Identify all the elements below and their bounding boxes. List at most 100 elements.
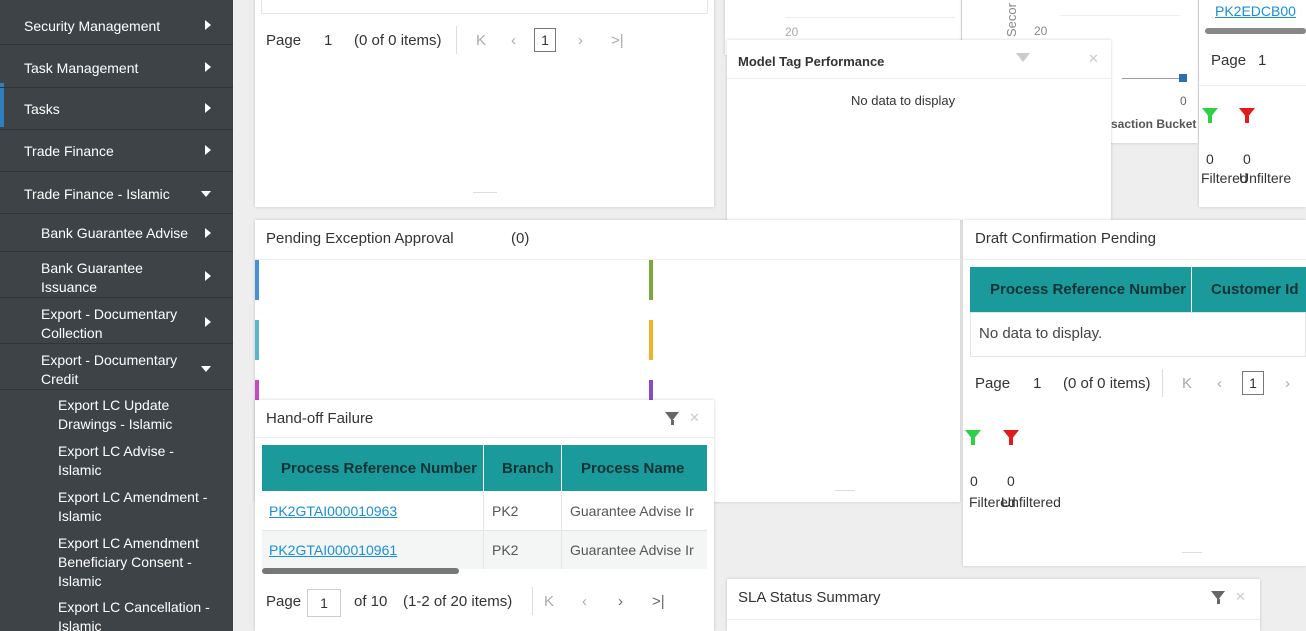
sidebar-subitem-label-line2: Issuance bbox=[41, 279, 98, 295]
page-label: Page bbox=[1211, 52, 1247, 69]
reference-link[interactable]: PK2EDCB00 bbox=[1215, 3, 1296, 19]
last-page-icon[interactable]: >| bbox=[652, 593, 665, 610]
sidebar-item-task-management[interactable]: Task Management bbox=[0, 46, 233, 88]
current-page-box[interactable]: 1 bbox=[1242, 371, 1264, 395]
next-page-icon[interactable]: › bbox=[1285, 375, 1290, 392]
page-number: 1 bbox=[1258, 52, 1267, 69]
sidebar-item-label: Trade Finance - Islamic bbox=[24, 186, 170, 202]
filter-icon[interactable] bbox=[1016, 53, 1030, 62]
sidebar-subitem-bank-guarantee-issuance[interactable]: Bank Guarantee Issuance bbox=[0, 252, 233, 298]
sidebar-leaf-export-lc-amendment-beneficiary[interactable]: Export LC Amendment Beneficiary Consent … bbox=[0, 532, 233, 592]
column-header-customer-id[interactable]: Customer Id bbox=[1211, 281, 1299, 298]
axis-tick: 20 bbox=[1034, 24, 1048, 38]
divider bbox=[255, 437, 714, 438]
column-header-process-reference[interactable]: Process Reference Number bbox=[990, 281, 1186, 298]
sidebar-leaf-export-lc-cancellation[interactable]: Export LC Cancellation - Islamic bbox=[0, 596, 233, 631]
process-name-cell: Guarantee Advise Ir bbox=[570, 542, 694, 558]
chevron-right-icon bbox=[205, 145, 211, 155]
current-page-box[interactable]: 1 bbox=[534, 28, 556, 52]
column-header-process-name[interactable]: Process Name bbox=[581, 460, 684, 477]
sidebar-subitem-label-line2: Collection bbox=[41, 325, 103, 341]
status-bar bbox=[649, 320, 653, 360]
next-page-icon[interactable]: › bbox=[578, 32, 583, 49]
process-reference-link[interactable]: PK2GTAI000010963 bbox=[269, 503, 397, 519]
status-bar bbox=[255, 260, 259, 300]
filtered-count: 0 bbox=[970, 473, 978, 489]
x-axis-label: saction Bucket bbox=[1111, 117, 1197, 131]
pager: Page 1 (0 of 0 items) K ‹ 1 › >| bbox=[266, 26, 706, 56]
status-bar bbox=[649, 260, 653, 300]
process-reference-link[interactable]: PK2GTAI000010961 bbox=[269, 542, 397, 558]
next-page-icon[interactable]: › bbox=[618, 593, 623, 610]
page-label: Page bbox=[266, 593, 302, 610]
column-divider bbox=[483, 531, 484, 569]
divider bbox=[532, 587, 533, 615]
column-divider bbox=[561, 491, 562, 531]
divider bbox=[1162, 369, 1163, 397]
sidebar-subitem-label-line2: Credit bbox=[41, 371, 79, 387]
items-count: (0 of 0 items) bbox=[1063, 375, 1151, 392]
sidebar-leaf-label-line1: Export LC Cancellation - bbox=[58, 599, 210, 615]
chevron-right-icon bbox=[205, 271, 211, 281]
draft-confirmation-pending-widget: Draft Confirmation Pending Process Refer… bbox=[963, 220, 1306, 566]
sidebar-leaf-label-line2: Islamic bbox=[58, 618, 102, 631]
model-tag-performance-widget: Model Tag Performance ✕ No data to displ… bbox=[727, 40, 1111, 220]
widget-count: (0) bbox=[511, 230, 530, 247]
close-icon[interactable]: ✕ bbox=[1088, 51, 1099, 67]
sidebar-item-label: Tasks bbox=[24, 101, 60, 117]
sidebar-subitem-label-line1: Export - Documentary bbox=[41, 306, 178, 322]
sidebar-item-tasks[interactable]: Tasks bbox=[0, 88, 233, 130]
sidebar-item-label: Task Management bbox=[24, 60, 139, 76]
column-divider bbox=[483, 491, 484, 531]
sidebar-leaf-export-lc-update-drawings[interactable]: Export LC Update Drawings - Islamic bbox=[0, 394, 233, 438]
column-header-branch[interactable]: Branch bbox=[502, 460, 554, 477]
sidebar-subitem-label: Bank Guarantee Advise bbox=[41, 225, 189, 241]
last-page-icon[interactable]: >| bbox=[611, 32, 624, 49]
zero-tick: 0 bbox=[1180, 94, 1187, 108]
first-page-icon[interactable]: K bbox=[544, 593, 554, 610]
sidebar-leaf-label-line1: Export LC Advise - bbox=[58, 443, 174, 459]
sidebar-item-trade-finance[interactable]: Trade Finance bbox=[0, 130, 233, 172]
page-input[interactable]: 1 bbox=[307, 589, 341, 617]
prev-page-icon[interactable]: ‹ bbox=[582, 593, 587, 610]
widget-title: SLA Status Summary bbox=[738, 589, 881, 606]
sidebar-leaf-label-line1: Export LC Amendment bbox=[58, 535, 199, 551]
table-row[interactable]: PK2GTAI000010961 PK2 Guarantee Advise Ir bbox=[262, 531, 707, 569]
sidebar-leaf-label-line2: Islamic bbox=[58, 508, 102, 524]
divider bbox=[456, 26, 457, 54]
axis-label: Secor bbox=[1004, 3, 1019, 37]
sidebar-subitem-export-documentary-credit[interactable]: Export - Documentary Credit bbox=[0, 344, 233, 390]
sidebar-leaf-label-line2: Beneficiary Consent - bbox=[58, 554, 192, 570]
sidebar-leaf-export-lc-advise[interactable]: Export LC Advise - Islamic bbox=[0, 440, 233, 484]
resize-handle[interactable] bbox=[1182, 552, 1202, 553]
chevron-right-icon bbox=[205, 228, 211, 238]
table-header: Process Reference Number Customer Id bbox=[970, 267, 1306, 312]
close-icon[interactable]: ✕ bbox=[689, 410, 700, 426]
unfiltered-count: 0 bbox=[1007, 473, 1015, 489]
scrollbar[interactable] bbox=[1205, 28, 1306, 34]
sidebar-leaf-export-lc-amendment[interactable]: Export LC Amendment - Islamic bbox=[0, 486, 233, 530]
sidebar-leaf-label-line2: Islamic bbox=[58, 462, 102, 478]
prev-page-icon[interactable]: ‹ bbox=[511, 32, 516, 49]
resize-handle[interactable] bbox=[473, 192, 497, 193]
column-header-process-reference[interactable]: Process Reference Number bbox=[281, 460, 477, 477]
close-icon[interactable]: ✕ bbox=[1235, 589, 1246, 605]
table-row[interactable]: PK2GTAI000010963 PK2 Guarantee Advise Ir bbox=[262, 491, 707, 531]
sidebar-item-security-management[interactable]: Security Management bbox=[0, 5, 233, 45]
top-left-widget: Page 1 (0 of 0 items) K ‹ 1 › >| bbox=[255, 0, 714, 207]
data-point bbox=[1179, 74, 1187, 82]
horizontal-scrollbar[interactable] bbox=[262, 568, 459, 574]
first-page-icon[interactable]: K bbox=[476, 32, 486, 49]
prev-page-icon[interactable]: ‹ bbox=[1217, 375, 1222, 392]
first-page-icon[interactable]: K bbox=[1182, 375, 1192, 392]
sidebar-subitem-bank-guarantee-advise[interactable]: Bank Guarantee Advise bbox=[0, 214, 233, 252]
sidebar-item-trade-finance-islamic[interactable]: Trade Finance - Islamic bbox=[0, 172, 233, 214]
sidebar-subitem-label-line1: Bank Guarantee bbox=[41, 260, 143, 276]
filtered-funnel-stem bbox=[1208, 116, 1212, 123]
status-bar bbox=[255, 380, 259, 400]
sidebar-item-label: Security Management bbox=[24, 18, 161, 34]
resize-handle[interactable] bbox=[835, 490, 855, 491]
axis-tick: 20 bbox=[785, 25, 799, 39]
sidebar-leaf-label-line3: Islamic bbox=[58, 573, 102, 589]
sidebar-subitem-export-documentary-collection[interactable]: Export - Documentary Collection bbox=[0, 298, 233, 344]
